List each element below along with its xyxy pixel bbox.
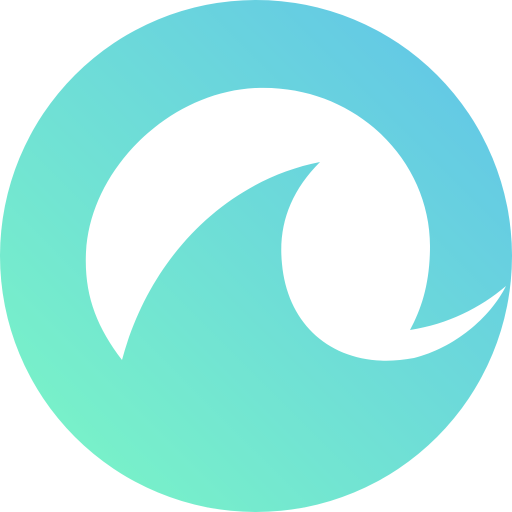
wave-logo-icon	[0, 0, 512, 512]
logo-canvas	[0, 0, 512, 512]
logo-disc	[0, 0, 512, 512]
